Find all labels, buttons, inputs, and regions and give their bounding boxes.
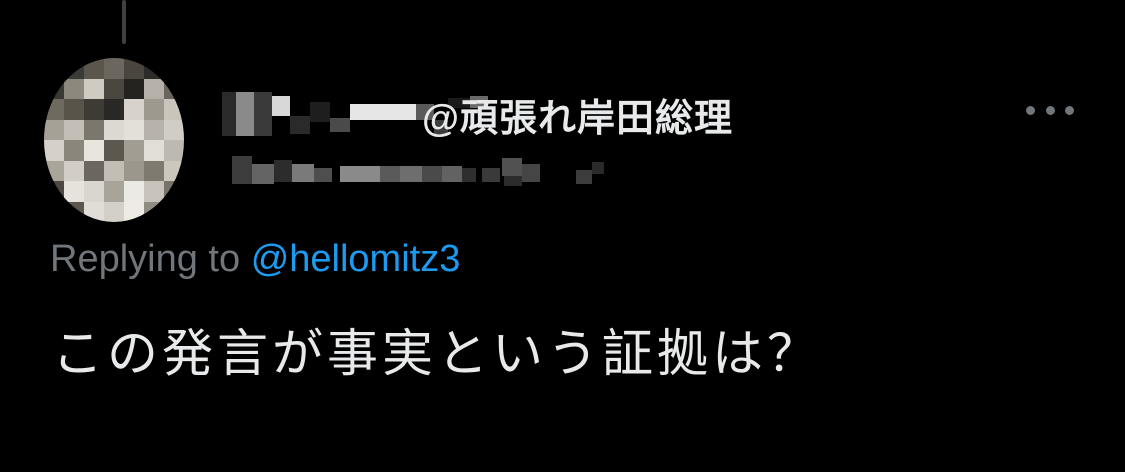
redacted-subline	[232, 156, 612, 186]
more-horizontal-icon	[1026, 105, 1035, 115]
more-options-button[interactable]	[1026, 96, 1074, 124]
replying-to-label: Replying to	[50, 238, 241, 280]
more-horizontal-icon-dot	[1045, 105, 1055, 115]
tweet-text: この発言が事実という証拠は？	[52, 325, 823, 382]
thread-connector-line	[122, 0, 126, 44]
replying-to-line: Replying to @hellomitz3	[50, 238, 460, 281]
replying-to-handle-link[interactable]: @hellomitz3	[251, 238, 461, 280]
avatar[interactable]	[44, 58, 184, 222]
more-horizontal-icon-dot	[1065, 105, 1074, 115]
author-handle[interactable]: @頑張れ岸田総理	[422, 87, 733, 142]
